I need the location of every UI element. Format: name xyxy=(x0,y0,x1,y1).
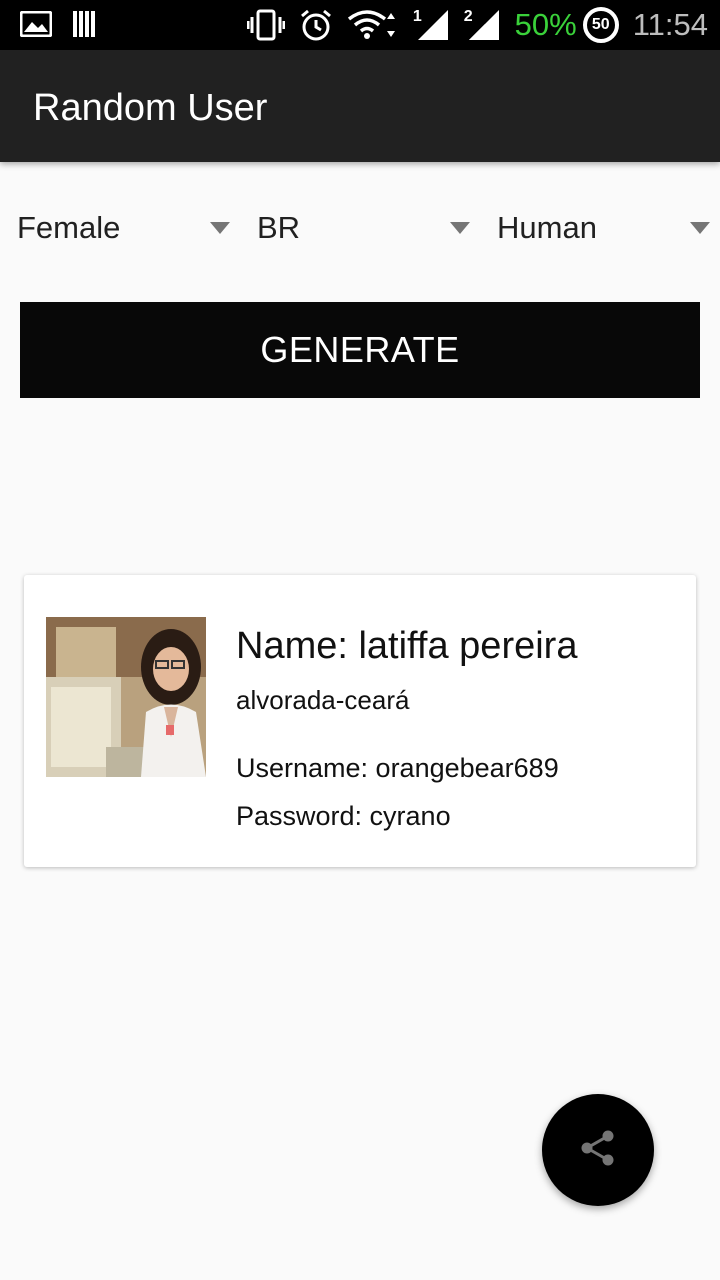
battery-percent: 50% xyxy=(514,7,577,42)
nationality-spinner-label: BR xyxy=(257,210,301,245)
vibrate-icon xyxy=(246,9,285,41)
user-password: Password: cyrano xyxy=(236,801,451,831)
gender-spinner[interactable]: Female xyxy=(17,200,239,256)
app-bar: Random User xyxy=(0,50,720,162)
signal-icon: 2 xyxy=(464,8,501,42)
type-spinner-label: Human xyxy=(497,210,597,245)
share-fab-button[interactable] xyxy=(542,1094,654,1206)
clock: 11:54 xyxy=(632,7,708,42)
app-title: Random User xyxy=(33,87,268,129)
nationality-spinner[interactable]: BR xyxy=(257,200,479,256)
gender-spinner-label: Female xyxy=(17,210,121,245)
avatar xyxy=(46,617,206,777)
dropdown-arrow-icon xyxy=(210,222,230,234)
dropdown-arrow-icon xyxy=(690,222,710,234)
image-icon xyxy=(20,11,52,37)
alarm-icon xyxy=(299,8,333,42)
type-spinner[interactable]: Human xyxy=(497,200,719,256)
user-name: Name: latiffa pereira xyxy=(236,625,578,667)
battery-icon: 50 xyxy=(582,7,619,43)
dropdown-arrow-icon xyxy=(450,222,470,234)
sim-icon xyxy=(72,10,98,38)
wifi-icon xyxy=(347,9,399,41)
user-location: alvorada-ceará xyxy=(236,685,410,715)
user-username: Username: orangebear689 xyxy=(236,753,559,783)
share-icon xyxy=(578,1128,618,1173)
generate-button[interactable]: GENERATE xyxy=(20,302,700,398)
user-card: Name: latiffa pereira alvorada-ceará Use… xyxy=(24,575,696,867)
signal-icon: 1 xyxy=(413,8,450,42)
status-bar: 1 2 50% 50 11:54 xyxy=(0,0,720,50)
